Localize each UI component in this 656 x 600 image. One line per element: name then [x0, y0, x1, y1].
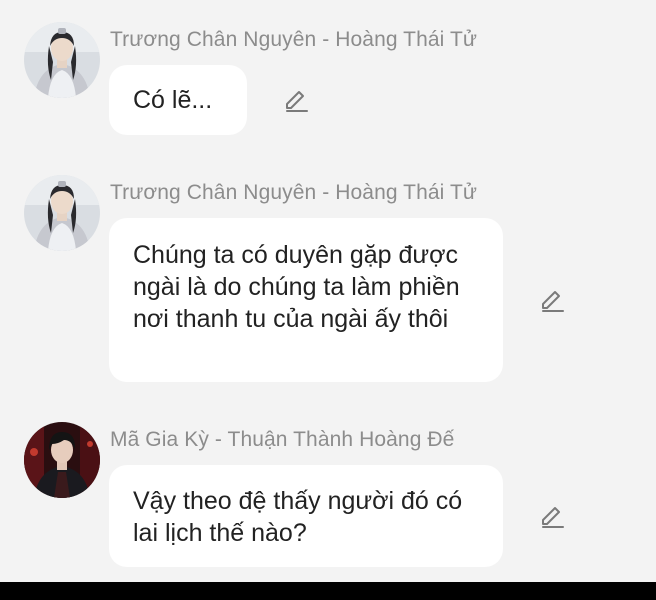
edit-message-button[interactable]: [538, 287, 566, 315]
message-text: Chúng ta có duyên gặp được ngài là do ch…: [133, 241, 460, 333]
chat-message: Trương Chân Nguyên - Hoàng Thái Tử Chúng…: [0, 175, 656, 385]
sender-name: Trương Chân Nguyên - Hoàng Thái Tử: [110, 28, 478, 51]
edit-message-button[interactable]: [282, 87, 310, 115]
message-bubble[interactable]: Chúng ta có duyên gặp được ngài là do ch…: [109, 218, 503, 382]
avatar[interactable]: [24, 175, 100, 251]
avatar[interactable]: [24, 422, 100, 498]
avatar[interactable]: [24, 22, 100, 98]
person-white-robe-avatar: [24, 22, 100, 98]
bottom-black-bar: [0, 582, 656, 600]
message-bubble[interactable]: Có lẽ...: [109, 65, 247, 135]
pencil-edit-icon: [542, 291, 564, 312]
message-text: Có lẽ...: [133, 86, 213, 114]
sender-name: Trương Chân Nguyên - Hoàng Thái Tử: [110, 181, 478, 204]
edit-message-button[interactable]: [538, 503, 566, 531]
sender-name: Mã Gia Kỳ - Thuận Thành Hoàng Đế: [110, 428, 455, 451]
chat-message: Mã Gia Kỳ - Thuận Thành Hoàng Đế Vậy the…: [0, 422, 656, 572]
person-dark-red-avatar: [24, 422, 100, 498]
chat-thread: Trương Chân Nguyên - Hoàng Thái Tử Có lẽ…: [0, 0, 656, 582]
chat-message: Trương Chân Nguyên - Hoàng Thái Tử Có lẽ…: [0, 22, 656, 137]
pencil-edit-icon: [286, 91, 308, 112]
message-bubble[interactable]: Vậy theo đệ thấy người đó có lai lịch th…: [109, 465, 503, 567]
message-text: Vậy theo đệ thấy người đó có lai lịch th…: [133, 487, 463, 547]
person-white-robe-avatar: [24, 175, 100, 251]
pencil-edit-icon: [542, 507, 564, 528]
